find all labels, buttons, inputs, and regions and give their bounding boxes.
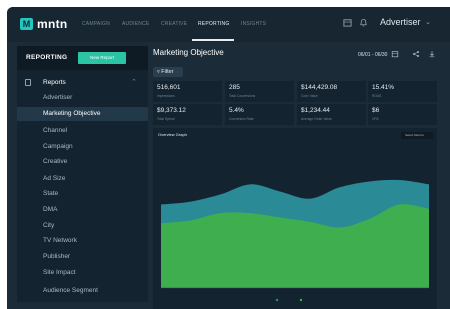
filter-button[interactable]: ▿ Filter [153, 67, 183, 77]
tab-insights[interactable]: INSIGHTS [241, 21, 266, 27]
sidebar-item-site-impact[interactable]: Site Impact [17, 266, 148, 280]
sidebar-item-state[interactable]: State [17, 187, 148, 201]
calendar-icon[interactable] [391, 50, 399, 58]
metric-label: ROAS [372, 94, 382, 98]
metric-label: Total Spend [157, 117, 175, 121]
metric-label: Conversion Rate [229, 117, 254, 121]
metric-value: $1,234.44 [301, 107, 330, 114]
sidebar-title: REPORTING [26, 54, 68, 61]
sidebar-item-publisher[interactable]: Publisher [17, 250, 148, 264]
metric-card: 5.4% Conversion Rate [225, 104, 294, 125]
metric-value: $144,429.08 [301, 84, 338, 91]
metric-card: 516,601 Impressions [153, 81, 222, 102]
page-title: Marketing Objective [153, 48, 224, 57]
metric-label: Total Conversions [229, 94, 256, 98]
tab-reporting[interactable]: REPORTING [198, 21, 229, 27]
metric-card: $144,429.08 Conv Value [297, 81, 366, 102]
calendar-icon[interactable] [343, 18, 352, 27]
chevron-down-icon[interactable]: ⌄ [425, 18, 431, 26]
reports-section-label: Reports [43, 79, 66, 86]
download-icon[interactable] [428, 50, 436, 58]
metric-card: $1,234.44 Average Order Value [297, 104, 366, 125]
date-range[interactable]: 06/01 - 06/30 [358, 52, 387, 58]
logo-text: mntn [37, 17, 68, 31]
reports-section-header[interactable]: Reports ⌃ [17, 78, 148, 90]
metric-value: 5.4% [229, 107, 244, 114]
bell-icon[interactable] [359, 18, 368, 27]
tab-audience[interactable]: AUDIENCE [122, 21, 149, 27]
metric-card: 15.41% ROAS [368, 81, 437, 102]
sidebar-item-audience-segment[interactable]: Audience Segment [17, 284, 148, 298]
area-chart [161, 179, 429, 302]
filter-icon: ▿ [157, 69, 160, 75]
top-nav: M mntn CAMPAIGN AUDIENCE CREATIVE REPORT… [7, 7, 450, 42]
sidebar-header: REPORTING New Report [17, 46, 148, 70]
logo[interactable]: M mntn [20, 17, 68, 31]
sidebar-item-city[interactable]: City [17, 219, 148, 233]
sidebar-item-advertiser[interactable]: Advertiser [17, 91, 148, 105]
tab-campaign[interactable]: CAMPAIGN [82, 21, 110, 27]
account-name[interactable]: Advertiser [380, 17, 421, 27]
metrics-grid: 516,601 Impressions 285 Total Conversion… [153, 81, 437, 125]
sidebar-item-campaign[interactable]: Campaign [17, 140, 148, 154]
metric-label: Average Order Value [301, 117, 332, 121]
chevron-up-icon[interactable]: ⌃ [131, 78, 137, 86]
metric-value: 285 [229, 84, 240, 91]
sidebar-item-tv-network[interactable]: TV Network [17, 234, 148, 248]
metric-card: $6 CPA [368, 104, 437, 125]
share-icon[interactable] [412, 50, 420, 58]
metric-label: CPA [372, 117, 379, 121]
sidebar-item-creative[interactable]: Creative [17, 155, 148, 169]
sidebar: REPORTING New Report Reports ⌃ Advertise… [17, 46, 148, 302]
legend-marker [299, 298, 303, 302]
metric-card: 285 Total Conversions [225, 81, 294, 102]
sidebar-item-channel[interactable]: Channel [17, 124, 148, 138]
active-tab-indicator [192, 39, 234, 41]
metric-label: Impressions [157, 94, 175, 98]
metric-card: $9,373.12 Total Spend [153, 104, 222, 125]
metric-label: Conv Value [301, 94, 318, 98]
metric-value: 15.41% [372, 84, 395, 91]
sidebar-item-ad-size[interactable]: Ad Size [17, 172, 148, 186]
metric-value: 516,601 [157, 84, 181, 91]
tab-creative[interactable]: CREATIVE [161, 21, 187, 27]
new-report-button[interactable]: New Report [78, 52, 126, 64]
document-icon [25, 79, 31, 86]
app-window: M mntn CAMPAIGN AUDIENCE CREATIVE REPORT… [7, 7, 450, 309]
legend-marker [275, 298, 279, 302]
metric-value: $6 [372, 107, 380, 114]
overview-chart-panel: Overview Graph Select Metrics [153, 128, 437, 309]
metric-value: $9,373.12 [157, 107, 186, 114]
sidebar-item-marketing-objective[interactable]: Marketing Objective [17, 107, 148, 121]
sidebar-item-dma[interactable]: DMA [17, 203, 148, 217]
filter-label: Filter [161, 69, 174, 75]
logo-mark-icon: M [20, 18, 33, 30]
